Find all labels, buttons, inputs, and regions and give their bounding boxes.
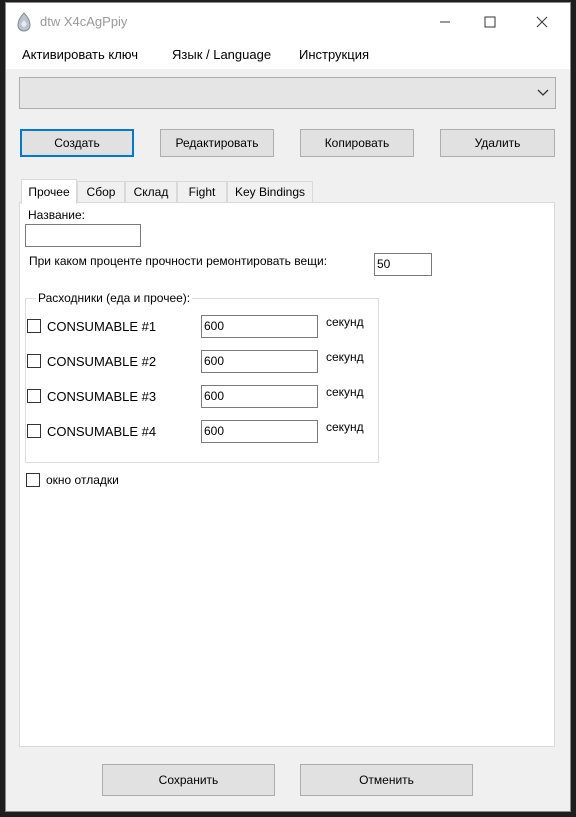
- save-button[interactable]: Сохранить: [102, 764, 275, 796]
- chevron-down-icon: [537, 89, 549, 96]
- consumable-4-label: CONSUMABLE #4: [47, 424, 157, 439]
- minimize-button[interactable]: [422, 3, 468, 41]
- consumables-group: Расходники (еда и прочее): CONSUMABLE #1…: [25, 291, 379, 463]
- consumable-1-interval-field[interactable]: 600: [201, 315, 318, 338]
- consumable-3-unit: секунд: [326, 385, 364, 399]
- window-title: dtw X4cAgPpiy: [40, 14, 128, 29]
- title-bar: dtw X4cAgPpiy: [6, 3, 570, 41]
- tab-fight[interactable]: Fight: [177, 181, 227, 202]
- consumable-2-interval-field[interactable]: 600: [201, 350, 318, 373]
- consumables-group-title: Расходники (еда и прочее):: [36, 291, 193, 305]
- tab-key-bindings[interactable]: Key Bindings: [227, 181, 313, 202]
- repair-percent-label: При каком проценте прочности ремонтирова…: [29, 254, 328, 268]
- consumable-4-checkbox[interactable]: [27, 424, 41, 438]
- cancel-button[interactable]: Отменить: [300, 764, 473, 796]
- consumable-1-unit: секунд: [326, 315, 364, 329]
- consumable-2-checkbox[interactable]: [27, 354, 41, 368]
- app-window: dtw X4cAgPpiy Активировать ключ Язык / L…: [5, 2, 571, 812]
- consumable-4-unit: секунд: [326, 420, 364, 434]
- menu-bar: Активировать ключ Язык / Language Инстру…: [6, 41, 570, 69]
- copy-button[interactable]: Копировать: [300, 129, 414, 157]
- consumable-3-interval-field[interactable]: 600: [201, 385, 318, 408]
- consumable-3-checkbox[interactable]: [27, 389, 41, 403]
- maximize-icon: [484, 16, 496, 28]
- close-icon: [536, 16, 548, 28]
- menu-activate-key[interactable]: Активировать ключ: [22, 47, 138, 62]
- menu-instructions[interactable]: Инструкция: [299, 47, 369, 62]
- consumable-2-unit: секунд: [326, 350, 364, 364]
- app-logo-icon: [17, 12, 31, 32]
- tab-panel-other: Название: При каком проценте прочности р…: [19, 202, 555, 747]
- edit-button[interactable]: Редактировать: [160, 129, 274, 157]
- name-label: Название:: [28, 208, 85, 222]
- tab-other[interactable]: Прочее: [21, 179, 77, 204]
- menu-language[interactable]: Язык / Language: [172, 47, 271, 62]
- profile-select[interactable]: [19, 77, 556, 109]
- consumable-2-label: CONSUMABLE #2: [47, 354, 157, 369]
- name-field[interactable]: [25, 224, 141, 247]
- maximize-button[interactable]: [467, 3, 513, 41]
- tab-gather[interactable]: Сбор: [77, 181, 125, 202]
- consumable-1-checkbox[interactable]: [27, 319, 41, 333]
- consumable-1-label: CONSUMABLE #1: [47, 319, 157, 334]
- delete-button[interactable]: Удалить: [440, 129, 555, 157]
- tab-storage[interactable]: Склад: [125, 181, 177, 202]
- consumable-3-label: CONSUMABLE #3: [47, 389, 157, 404]
- repair-percent-field[interactable]: 50: [374, 253, 432, 276]
- create-button[interactable]: Создать: [20, 129, 134, 157]
- minimize-icon: [440, 21, 450, 23]
- consumable-4-interval-field[interactable]: 600: [201, 420, 318, 443]
- debug-window-label: окно отладки: [46, 473, 119, 487]
- close-button[interactable]: [519, 3, 565, 41]
- debug-window-checkbox[interactable]: [26, 473, 40, 487]
